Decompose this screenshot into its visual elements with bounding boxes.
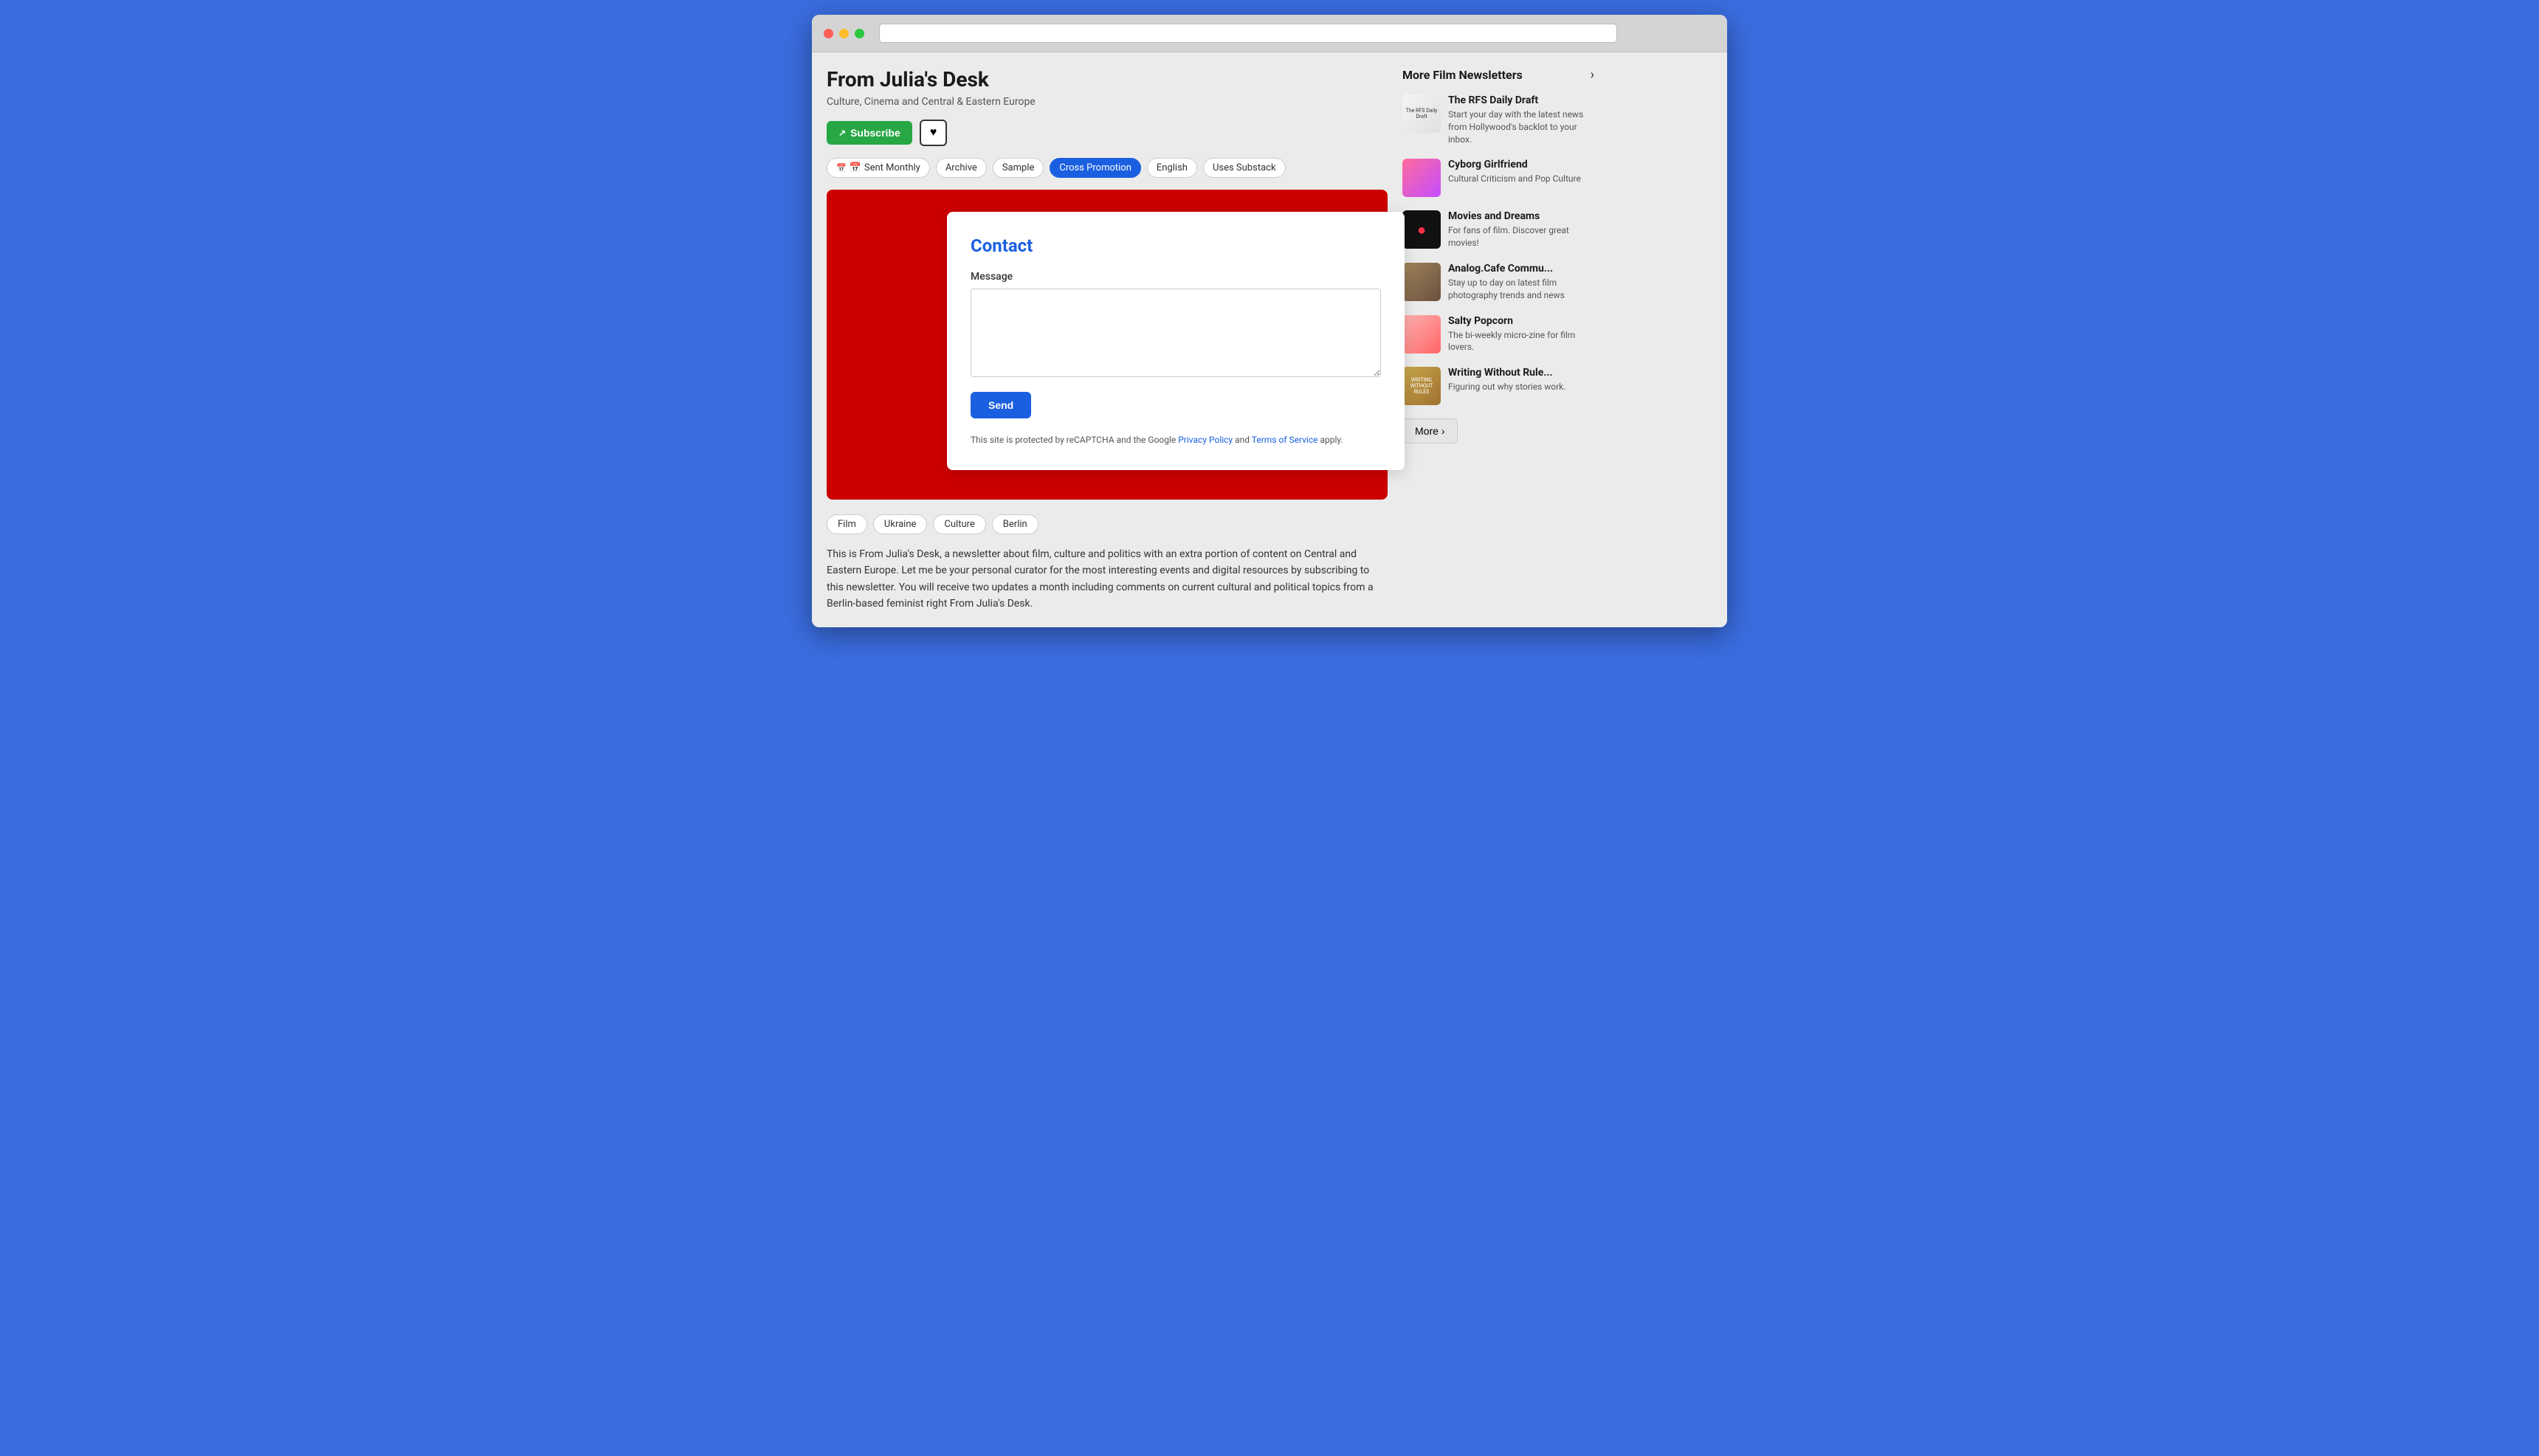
newsletter-name-salty: Salty Popcorn bbox=[1448, 315, 1594, 327]
newsletter-description: This is From Julia's Desk, a newsletter … bbox=[827, 546, 1388, 613]
newsletter-info-salty: Salty Popcorn The bi-weekly micro-zine f… bbox=[1448, 315, 1594, 354]
contact-title: Contact bbox=[971, 235, 1381, 256]
newsletter-thumb-salty bbox=[1402, 315, 1441, 353]
newsletter-name-analog: Analog.Cafe Commu... bbox=[1448, 263, 1594, 275]
newsletter-item-rfs[interactable]: The RFS Daily Draft The RFS Daily Draft … bbox=[1402, 94, 1594, 145]
newsletter-item-movies[interactable]: ● Movies and Dreams For fans of film. Di… bbox=[1402, 210, 1594, 249]
contact-modal: Contact Message Send This site is protec… bbox=[947, 212, 1405, 470]
browser-window: From Julia's Desk Culture, Cinema and Ce… bbox=[812, 15, 1727, 627]
newsletter-name-cyborg: Cyborg Girlfriend bbox=[1448, 159, 1594, 170]
url-bar[interactable] bbox=[879, 24, 1617, 43]
browser-titlebar bbox=[812, 15, 1727, 52]
message-input[interactable] bbox=[971, 289, 1381, 377]
newsletter-info-rfs: The RFS Daily Draft Start your day with … bbox=[1448, 94, 1594, 145]
page-content: From Julia's Desk Culture, Cinema and Ce… bbox=[812, 52, 1727, 627]
newsletter-name-rfs: The RFS Daily Draft bbox=[1448, 94, 1594, 106]
tag-cross-promotion[interactable]: Cross Promotion bbox=[1050, 158, 1141, 178]
tag-archive[interactable]: Archive bbox=[936, 158, 987, 178]
newsletter-info-cyborg: Cyborg Girlfriend Cultural Criticism and… bbox=[1448, 159, 1594, 185]
subscribe-button[interactable]: Subscribe bbox=[827, 121, 912, 145]
page-title: From Julia's Desk bbox=[827, 67, 1388, 92]
action-buttons: Subscribe ♥ bbox=[827, 120, 1388, 146]
tag-sample[interactable]: Sample bbox=[993, 158, 1044, 178]
more-arrow-icon: › bbox=[1441, 425, 1445, 437]
sidebar: More Film Newsletters › The RFS Daily Dr… bbox=[1402, 67, 1594, 613]
minimize-button[interactable] bbox=[839, 29, 849, 38]
cat-tag-film[interactable]: Film bbox=[827, 514, 867, 534]
newsletter-thumb-analog bbox=[1402, 263, 1441, 301]
sidebar-title: More Film Newsletters bbox=[1402, 68, 1523, 82]
newsletter-info-analog: Analog.Cafe Commu... Stay up to day on l… bbox=[1448, 263, 1594, 302]
tag-uses-substack[interactable]: Uses Substack bbox=[1203, 158, 1286, 178]
red-banner: Contact Message Send This site is protec… bbox=[827, 190, 1388, 500]
favorite-button[interactable]: ♥ bbox=[920, 120, 948, 146]
newsletter-thumb-rfs: The RFS Daily Draft bbox=[1402, 94, 1441, 133]
newsletter-thumb-movies: ● bbox=[1402, 210, 1441, 249]
page-subtitle: Culture, Cinema and Central & Eastern Eu… bbox=[827, 96, 1388, 108]
tag-english[interactable]: English bbox=[1147, 158, 1197, 178]
newsletter-item-cyborg[interactable]: Cyborg Girlfriend Cultural Criticism and… bbox=[1402, 159, 1594, 197]
newsletter-desc-salty: The bi-weekly micro-zine for film lovers… bbox=[1448, 329, 1594, 354]
newsletter-name-movies: Movies and Dreams bbox=[1448, 210, 1594, 222]
calendar-icon: 📅 bbox=[850, 162, 861, 173]
newsletter-item-writing[interactable]: WRITING WITHOUT RULES Writing Without Ru… bbox=[1402, 367, 1594, 405]
category-tags: Film Ukraine Culture Berlin bbox=[827, 514, 1388, 534]
newsletter-thumb-cyborg bbox=[1402, 159, 1441, 197]
newsletter-desc-rfs: Start your day with the latest news from… bbox=[1448, 108, 1594, 145]
privacy-policy-link[interactable]: Privacy Policy bbox=[1178, 435, 1233, 445]
cat-tag-culture[interactable]: Culture bbox=[933, 514, 985, 534]
maximize-button[interactable] bbox=[855, 29, 864, 38]
recaptcha-notice: This site is protected by reCAPTCHA and … bbox=[971, 433, 1381, 446]
tag-sent-monthly[interactable]: 📅 Sent Monthly bbox=[827, 158, 930, 178]
newsletter-item-analog[interactable]: Analog.Cafe Commu... Stay up to day on l… bbox=[1402, 263, 1594, 302]
tags-row: 📅 Sent Monthly Archive Sample Cross Prom… bbox=[827, 158, 1388, 178]
main-content: From Julia's Desk Culture, Cinema and Ce… bbox=[827, 67, 1388, 613]
terms-link[interactable]: Terms of Service bbox=[1252, 435, 1318, 445]
close-button[interactable] bbox=[824, 29, 833, 38]
more-button[interactable]: More › bbox=[1402, 418, 1458, 444]
sidebar-header: More Film Newsletters › bbox=[1402, 67, 1594, 83]
cat-tag-ukraine[interactable]: Ukraine bbox=[873, 514, 927, 534]
newsletter-info-movies: Movies and Dreams For fans of film. Disc… bbox=[1448, 210, 1594, 249]
newsletter-desc-movies: For fans of film. Discover great movies! bbox=[1448, 224, 1594, 249]
cat-tag-berlin[interactable]: Berlin bbox=[992, 514, 1038, 534]
message-label: Message bbox=[971, 271, 1381, 283]
newsletter-desc-cyborg: Cultural Criticism and Pop Culture bbox=[1448, 173, 1594, 185]
newsletter-desc-analog: Stay up to day on latest film photograph… bbox=[1448, 277, 1594, 302]
sidebar-arrow-icon[interactable]: › bbox=[1591, 67, 1594, 83]
newsletter-name-writing: Writing Without Rule... bbox=[1448, 367, 1594, 379]
newsletter-thumb-writing: WRITING WITHOUT RULES bbox=[1402, 367, 1441, 405]
send-button[interactable]: Send bbox=[971, 392, 1031, 418]
newsletter-info-writing: Writing Without Rule... Figuring out why… bbox=[1448, 367, 1594, 393]
newsletter-desc-writing: Figuring out why stories work. bbox=[1448, 381, 1594, 393]
newsletter-item-salty[interactable]: Salty Popcorn The bi-weekly micro-zine f… bbox=[1402, 315, 1594, 354]
